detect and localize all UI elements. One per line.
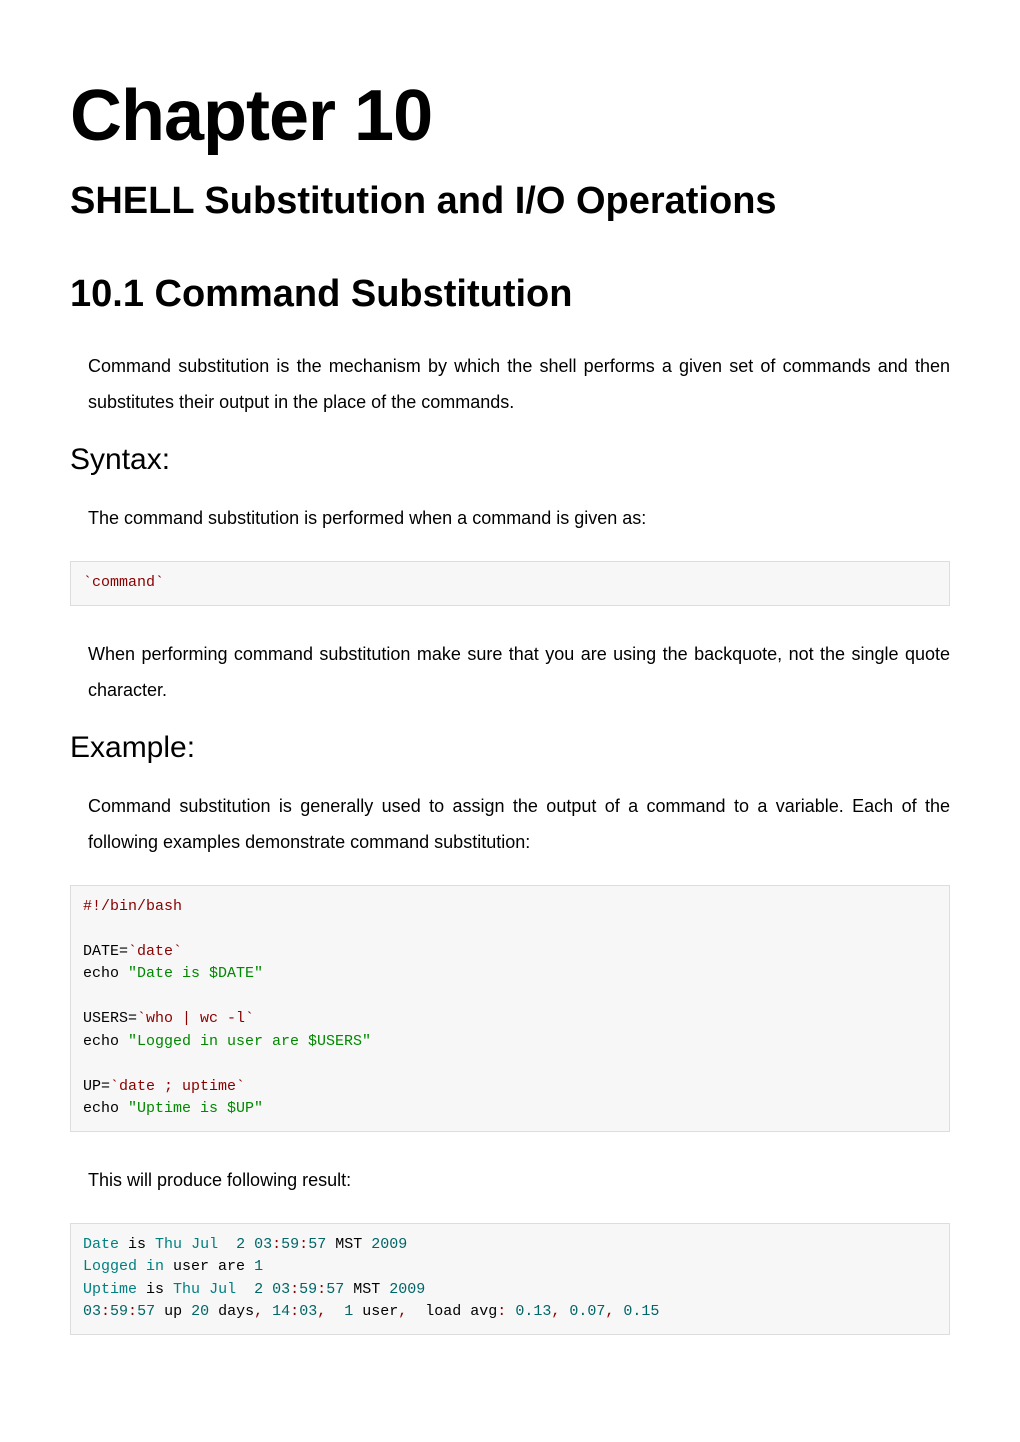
code-text (263, 1303, 272, 1320)
syntax-code-block: `command` (70, 561, 950, 606)
code-text: 03 (83, 1303, 101, 1320)
code-text: : (128, 1303, 137, 1320)
code-text (218, 1236, 236, 1253)
section-title: 10.1 Command Substitution (70, 275, 950, 313)
example-heading: Example: (70, 733, 950, 763)
code-text (245, 1236, 254, 1253)
code-text: 57 (326, 1281, 344, 1298)
code-text: up (155, 1303, 191, 1320)
code-text (200, 1281, 209, 1298)
code-text (326, 1303, 344, 1320)
code-text: UP (83, 1078, 101, 1095)
code-text: 0.13 (515, 1303, 551, 1320)
code-text: : (299, 1236, 308, 1253)
code-text: : (101, 1303, 110, 1320)
code-text: is (119, 1236, 155, 1253)
code-text: 57 (308, 1236, 326, 1253)
code-text (236, 1281, 254, 1298)
code-text: `who | wc -l` (137, 1010, 254, 1027)
code-text: : (317, 1281, 326, 1298)
code-text: `date ; uptime` (110, 1078, 245, 1095)
code-text: `date` (128, 943, 182, 960)
code-text: echo (83, 1033, 128, 1050)
code-text: : (272, 1236, 281, 1253)
example-code-block: #!/bin/bash DATE=`date` echo "Date is $D… (70, 885, 950, 1132)
code-text: Thu (155, 1236, 182, 1253)
code-text: 0.07 (569, 1303, 605, 1320)
code-text: in (146, 1258, 164, 1275)
syntax-heading: Syntax: (70, 445, 950, 475)
example-intro-text: Command substitution is generally used t… (70, 788, 950, 860)
code-text: echo (83, 1100, 128, 1117)
code-text: 2009 (389, 1281, 425, 1298)
code-text: 59 (299, 1281, 317, 1298)
code-text: USERS (83, 1010, 128, 1027)
code-text: , (254, 1303, 263, 1320)
code-text: "Date is $DATE" (128, 965, 263, 982)
code-text: 03 (299, 1303, 317, 1320)
code-text: 2 (236, 1236, 245, 1253)
code-text: Jul (209, 1281, 236, 1298)
section-intro-text: Command substitution is the mechanism by… (70, 348, 950, 420)
code-text: : (290, 1281, 299, 1298)
output-code-block: Date is Thu Jul 2 03:59:57 MST 2009 Logg… (70, 1223, 950, 1335)
code-text: echo (83, 965, 128, 982)
code-text: 57 (137, 1303, 155, 1320)
code-text: Logged (83, 1258, 137, 1275)
code-text: #!/bin/bash (83, 898, 182, 915)
code-text: 14 (272, 1303, 290, 1320)
code-text: "Uptime is $UP" (128, 1100, 263, 1117)
code-text: Date (83, 1236, 119, 1253)
code-text: 59 (110, 1303, 128, 1320)
code-text (137, 1258, 146, 1275)
code-text: : (497, 1303, 506, 1320)
code-text: : (290, 1303, 299, 1320)
code-text: Jul (191, 1236, 218, 1253)
syntax-note-text: When performing command substitution mak… (70, 636, 950, 708)
code-text: Uptime (83, 1281, 137, 1298)
code-text: Thu (173, 1281, 200, 1298)
code-text: "Logged in user are $USERS" (128, 1033, 371, 1050)
code-text: days (209, 1303, 254, 1320)
code-text: 20 (191, 1303, 209, 1320)
code-text: is (137, 1281, 173, 1298)
code-text: MST (326, 1236, 371, 1253)
code-text: user (353, 1303, 398, 1320)
code-text: MST (344, 1281, 389, 1298)
code-text: 2009 (371, 1236, 407, 1253)
code-text: `command` (83, 574, 164, 591)
code-text: 59 (281, 1236, 299, 1253)
code-text: , (317, 1303, 326, 1320)
code-text: user are (164, 1258, 254, 1275)
syntax-intro-text: The command substitution is performed wh… (70, 500, 950, 536)
code-text: , (551, 1303, 560, 1320)
chapter-title: Chapter 10 (70, 80, 950, 152)
code-text: 03 (272, 1281, 290, 1298)
code-text (263, 1281, 272, 1298)
code-text: 0.15 (623, 1303, 659, 1320)
chapter-subtitle: SHELL Substitution and I/O Operations (70, 182, 950, 220)
result-intro-text: This will produce following result: (70, 1162, 950, 1198)
code-text: 03 (254, 1236, 272, 1253)
code-text: load avg (407, 1303, 497, 1320)
code-text: 1 (344, 1303, 353, 1320)
code-text: 1 (254, 1258, 263, 1275)
code-text (182, 1236, 191, 1253)
code-text: 2 (254, 1281, 263, 1298)
code-text (506, 1303, 515, 1320)
code-text: , (398, 1303, 407, 1320)
code-text: DATE (83, 943, 119, 960)
